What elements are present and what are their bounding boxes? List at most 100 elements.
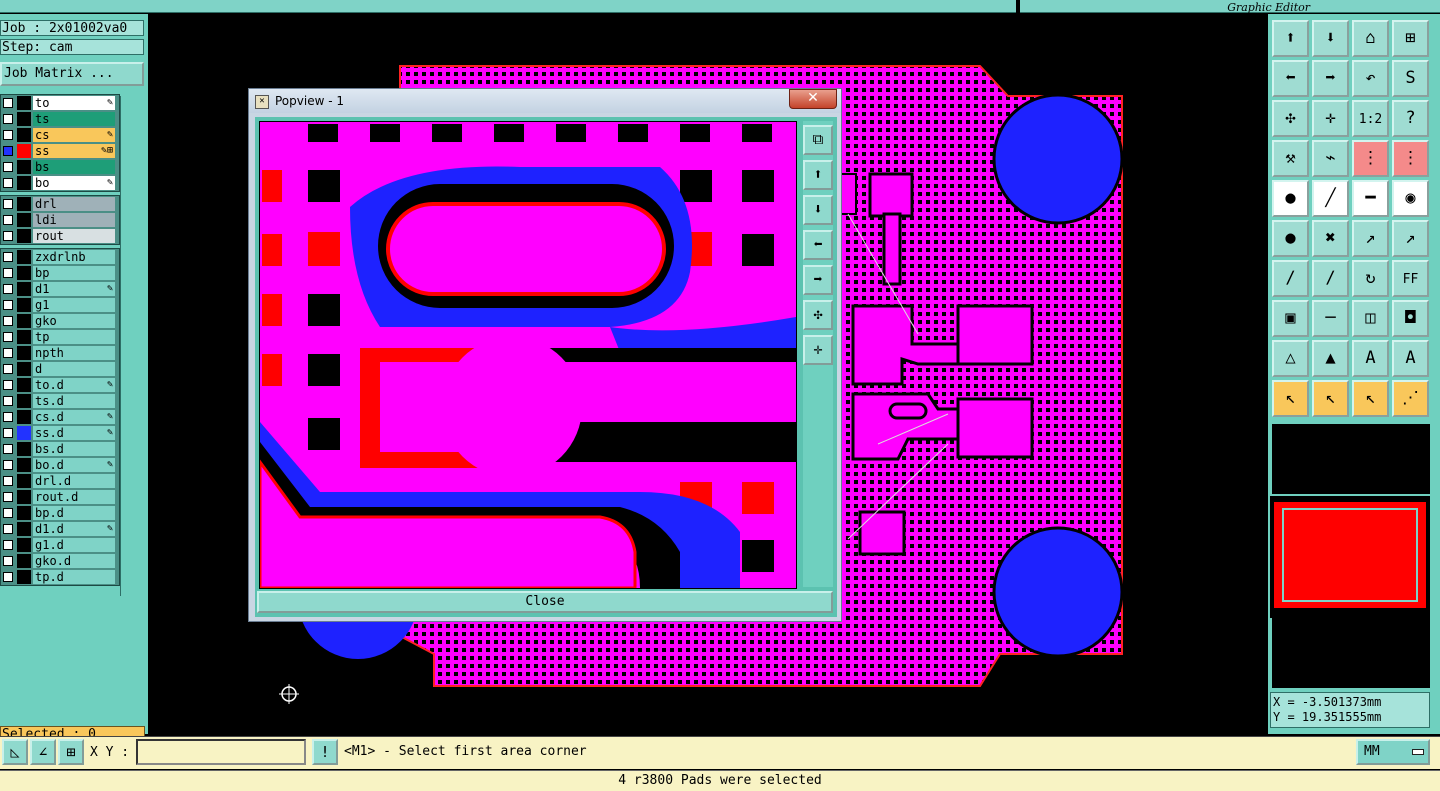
layer-row-to-d[interactable]: to.d ✎ xyxy=(1,377,119,393)
layer-row-drl[interactable]: drl xyxy=(1,196,119,212)
add-pad-button[interactable]: ● xyxy=(1272,180,1309,217)
layer-row-gko-d[interactable]: gko.d xyxy=(1,553,119,569)
add-line-button[interactable]: ╱ xyxy=(1312,180,1349,217)
layer-checkbox[interactable] xyxy=(3,199,13,209)
copy-pad-button[interactable]: ▣ xyxy=(1272,300,1309,337)
layer-checkbox[interactable] xyxy=(3,332,13,342)
snap-grid-button[interactable]: ◺ xyxy=(2,739,28,765)
pan-right-button[interactable]: ➡ xyxy=(1312,60,1349,97)
frame-button[interactable]: A xyxy=(1352,340,1389,377)
pan-left-button[interactable]: ⬅ xyxy=(1272,60,1309,97)
layer-row-zxdrlnb[interactable]: zxdrlnb xyxy=(1,249,119,265)
layer-row-npth[interactable]: npth xyxy=(1,345,119,361)
popview-tool-button[interactable]: ⧉ xyxy=(803,125,833,155)
redraw-button[interactable]: S xyxy=(1392,60,1429,97)
alert-button[interactable]: ! xyxy=(312,739,338,765)
layer-row-drl-d[interactable]: drl.d xyxy=(1,473,119,489)
layer-checkbox[interactable] xyxy=(3,540,13,550)
layer-checkbox[interactable] xyxy=(3,316,13,326)
overview-map[interactable] xyxy=(1270,496,1430,618)
layer-row-ts-d[interactable]: ts.d xyxy=(1,393,119,409)
layer-row-d1[interactable]: d1 ✎ xyxy=(1,281,119,297)
select-area-button[interactable]: ↖ xyxy=(1352,380,1389,417)
layer-checkbox[interactable] xyxy=(3,114,13,124)
layer-row-bp-d[interactable]: bp.d xyxy=(1,505,119,521)
units-select[interactable]: MM xyxy=(1356,739,1430,765)
layer-checkbox[interactable] xyxy=(3,146,13,156)
pan-down-button[interactable]: ⬇ xyxy=(1312,20,1349,57)
edit-line-button[interactable]: ∕ xyxy=(1272,260,1309,297)
layer-checkbox[interactable] xyxy=(3,348,13,358)
zoom-out-button[interactable]: ✣ xyxy=(1272,100,1309,137)
line-width-button[interactable]: ─ xyxy=(1312,300,1349,337)
layer-row-bs[interactable]: bs xyxy=(1,159,119,175)
layer-checkbox[interactable] xyxy=(3,252,13,262)
layer-checkbox[interactable] xyxy=(3,178,13,188)
layer-row-rout[interactable]: rout xyxy=(1,228,119,244)
pan-up-button[interactable]: ⬆ xyxy=(1272,20,1309,57)
layer-row-g1[interactable]: g1 xyxy=(1,297,119,313)
popview-tool-button[interactable]: ➡ xyxy=(803,265,833,295)
close-button[interactable]: Close xyxy=(257,591,833,613)
layer-checkbox[interactable] xyxy=(3,380,13,390)
select-arrow-button[interactable]: ↖ xyxy=(1272,380,1309,417)
undo-view-button[interactable]: ↶ xyxy=(1352,60,1389,97)
layer-row-bp[interactable]: bp xyxy=(1,265,119,281)
delete-button[interactable]: ✖ xyxy=(1312,220,1349,257)
layer-checkbox[interactable] xyxy=(3,508,13,518)
layer-row-bs-d[interactable]: bs.d xyxy=(1,441,119,457)
net-connect-button[interactable]: ⋮ xyxy=(1392,140,1429,177)
layer-checkbox[interactable] xyxy=(3,396,13,406)
net-highlight-button[interactable]: ⋮ xyxy=(1352,140,1389,177)
pad-size-button[interactable]: ◫ xyxy=(1352,300,1389,337)
layer-row-cs[interactable]: cs ✎ xyxy=(1,127,119,143)
probe-button[interactable]: ⌁ xyxy=(1312,140,1349,177)
layer-checkbox[interactable] xyxy=(3,268,13,278)
popview-zoomed-view[interactable] xyxy=(259,121,797,589)
layer-row-d[interactable]: d xyxy=(1,361,119,377)
layer-checkbox[interactable] xyxy=(3,130,13,140)
move-point-button[interactable]: ↗ xyxy=(1392,220,1429,257)
layer-row-bo-d[interactable]: bo.d ✎ xyxy=(1,457,119,473)
select-pad-button[interactable]: ◉ xyxy=(1392,180,1429,217)
mirror-button[interactable]: FF xyxy=(1392,260,1429,297)
layer-row-g1-d[interactable]: g1.d xyxy=(1,537,119,553)
layer-row-d1-d[interactable]: d1.d ✎ xyxy=(1,521,119,537)
layer-checkbox[interactable] xyxy=(3,572,13,582)
arc-button[interactable]: ↻ xyxy=(1352,260,1389,297)
layer-checkbox[interactable] xyxy=(3,460,13,470)
popview-tool-button[interactable]: ✛ xyxy=(803,335,833,365)
slant-line-button[interactable]: ∕ xyxy=(1312,260,1349,297)
select-box-button[interactable]: ↖ xyxy=(1312,380,1349,417)
popview-titlebar[interactable]: ✕ Popview - 1 ✕ xyxy=(249,89,841,113)
triangle-button[interactable]: △ xyxy=(1272,340,1309,377)
layer-row-ss-d[interactable]: ss.d ✎ xyxy=(1,425,119,441)
window-zoom-button[interactable]: ⊞ xyxy=(1392,20,1429,57)
layer-row-bo[interactable]: bo ✎ xyxy=(1,175,119,191)
layer-checkbox[interactable] xyxy=(3,215,13,225)
home-button[interactable]: ⌂ xyxy=(1352,20,1389,57)
layer-checkbox[interactable] xyxy=(3,231,13,241)
layer-row-tp[interactable]: tp xyxy=(1,329,119,345)
xy-input[interactable] xyxy=(136,739,306,765)
layer-checkbox[interactable] xyxy=(3,412,13,422)
ruler-button[interactable]: ━ xyxy=(1352,180,1389,217)
layer-row-tp-d[interactable]: tp.d xyxy=(1,569,119,585)
move-line-button[interactable]: ↗ xyxy=(1352,220,1389,257)
popview-tool-button[interactable]: ⬆ xyxy=(803,160,833,190)
group-button[interactable]: ◘ xyxy=(1392,300,1429,337)
select-net-button[interactable]: ⋰ xyxy=(1392,380,1429,417)
measure-button[interactable]: ⚒ xyxy=(1272,140,1309,177)
layer-row-cs-d[interactable]: cs.d ✎ xyxy=(1,409,119,425)
layer-row-ts[interactable]: ts xyxy=(1,111,119,127)
angle-snap-button[interactable]: ∠ xyxy=(30,739,56,765)
scale-1-2-button[interactable]: 1:2 xyxy=(1352,100,1389,137)
layer-checkbox[interactable] xyxy=(3,444,13,454)
layer-checkbox[interactable] xyxy=(3,556,13,566)
layer-checkbox[interactable] xyxy=(3,476,13,486)
layer-row-ss[interactable]: ss ✎⊞ xyxy=(1,143,119,159)
zoom-in-button[interactable]: ✛ xyxy=(1312,100,1349,137)
layer-checkbox[interactable] xyxy=(3,492,13,502)
layer-checkbox[interactable] xyxy=(3,524,13,534)
layer-row-to[interactable]: to ✎ xyxy=(1,95,119,111)
